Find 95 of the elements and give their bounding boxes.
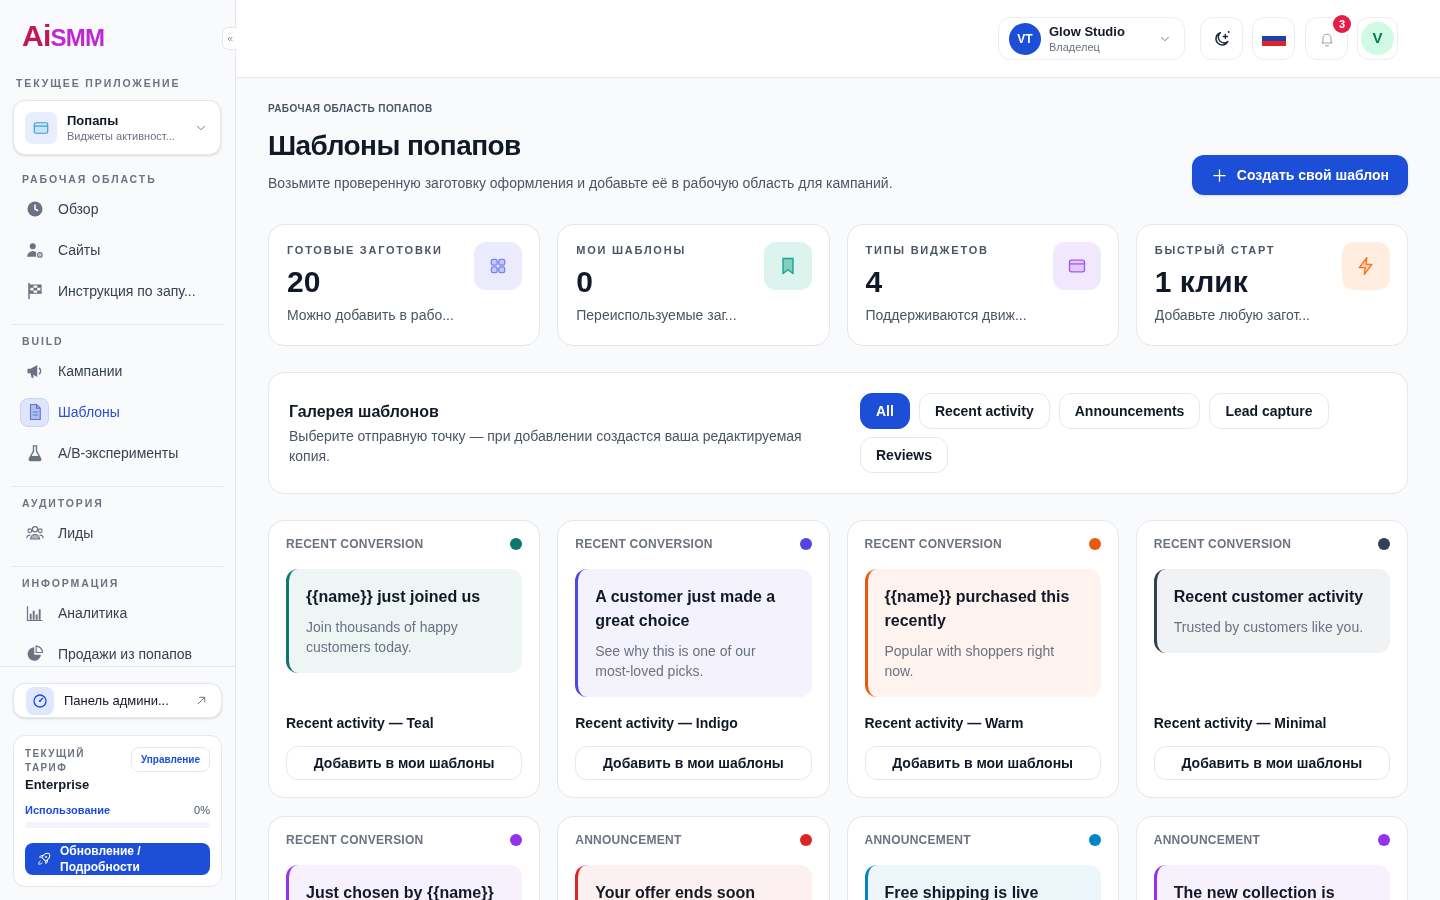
gallery-description: Выберите отправную точку — при добавлении создастся ваша редактируемая копия. <box>289 427 803 466</box>
section-heading: BUILD <box>22 335 65 347</box>
bookmark-icon <box>763 242 812 290</box>
bar-chart-icon <box>25 604 44 622</box>
preview-text: See why this is one of our most‑loved picks. <box>595 642 757 681</box>
arrow-up-right-icon <box>195 694 208 707</box>
page-title: Шаблоны попапов <box>268 129 522 163</box>
upgrade-button[interactable]: Обновление / Подробности <box>25 843 210 875</box>
preview-text: Trusted by customers like you. <box>1173 618 1365 637</box>
theme-toggle-button[interactable] <box>1200 17 1243 60</box>
usage-label: Использование <box>25 803 111 817</box>
filter-chip[interactable]: All <box>860 393 910 429</box>
gauge-icon <box>26 686 54 715</box>
stat-label: БЫСТРЫЙ СТАРТ <box>1154 244 1277 256</box>
template-category: ANNOUNCEMENT <box>575 833 682 847</box>
section-heading: АУДИТОРИЯ <box>22 497 105 509</box>
checkered-flag-icon <box>25 282 44 300</box>
manage-button[interactable]: Управление <box>130 747 210 772</box>
megaphone-icon <box>25 362 44 380</box>
preview-text: Join thousands of happy customers today. <box>306 618 459 657</box>
template-name: Recent activity — Minimal <box>1153 714 1328 733</box>
nav-item[interactable]: Кампании <box>12 355 223 387</box>
plus-icon <box>1211 167 1227 183</box>
page-subtitle: Возьмите проверенную заготовку оформления и добавьте её в рабочую область для кампаний. <box>268 174 893 193</box>
rocket-icon <box>37 852 51 866</box>
stat-label: ТИПЫ ВИДЖЕТОВ <box>865 244 990 256</box>
stat-value: 20 <box>287 264 322 300</box>
admin-panel-link[interactable]: Панель админи... <box>13 683 222 718</box>
template-name: Recent activity — Teal <box>286 714 435 733</box>
plan-heading: ТЕКУЩИЙ ТАРИФ <box>25 747 86 775</box>
grid-icon <box>474 242 523 290</box>
notification-badge: 3 <box>1333 15 1351 33</box>
preview-title: Recent customer activity <box>1173 587 1365 607</box>
section-heading: ИНФОРМАЦИЯ <box>22 577 121 589</box>
stat-value: 0 <box>576 264 594 300</box>
browser-window-icon <box>25 111 57 144</box>
preview-title: Your offer ends soon <box>595 883 756 900</box>
add-template-button[interactable]: Добавить в мои шаблоны <box>575 746 812 780</box>
stat-value: 4 <box>865 264 884 300</box>
preview-title: A customer just made a great choice <box>595 587 777 631</box>
section-heading: ТЕКУЩЕЕ ПРИЛОЖЕНИЕ <box>16 77 182 89</box>
filter-chip[interactable]: Lead capture <box>1209 393 1329 429</box>
stat-caption: Добавьте любую загот... <box>1154 306 1311 325</box>
pie-chart-icon <box>25 645 44 663</box>
template-category: RECENT CONVERSION <box>864 537 1002 551</box>
nav-item[interactable]: Обзор <box>12 193 223 225</box>
filter-chip[interactable]: Reviews <box>860 437 949 473</box>
create-template-button[interactable]: Создать свой шаблон <box>1191 155 1408 195</box>
nav-item[interactable]: Шаблоны <box>12 396 223 428</box>
usage-value: 0% <box>194 803 210 817</box>
lightning-icon <box>1342 242 1390 290</box>
template-category: RECENT CONVERSION <box>286 833 424 847</box>
template-name: Recent activity — Warm <box>864 714 1025 733</box>
plan-name: Enterprise <box>25 777 91 793</box>
template-name: Recent activity — Indigo <box>575 714 739 733</box>
preview-title: The new collection is <box>1173 883 1336 900</box>
app-switcher[interactable]: Попапы Виджеты активност... <box>13 100 221 155</box>
template-category: ANNOUNCEMENT <box>1153 833 1260 847</box>
users-icon <box>25 524 44 542</box>
template-category: RECENT CONVERSION <box>1153 537 1292 551</box>
document-icon <box>20 397 49 427</box>
add-template-button[interactable]: Добавить в мои шаблоны <box>286 746 523 780</box>
breadcrumb: РАБОЧАЯ ОБЛАСТЬ ПОПАПОВ <box>268 103 434 115</box>
user-gear-icon <box>25 241 44 259</box>
double-chevron-left-icon <box>226 34 234 43</box>
nav-item[interactable]: Лиды <box>12 517 223 549</box>
language-button[interactable] <box>1252 17 1295 60</box>
stat-caption: Переиспользуемые заг... <box>576 306 738 325</box>
stat-caption: Можно добавить в рабо... <box>287 306 455 325</box>
nav-item[interactable]: Инструкция по запу... <box>12 275 223 307</box>
stat-caption: Поддерживаются движ... <box>865 306 1028 325</box>
template-category: ANNOUNCEMENT <box>864 833 971 847</box>
clock-icon <box>25 200 44 218</box>
stat-label: МОИ ШАБЛОНЫ <box>576 244 687 256</box>
template-category: RECENT CONVERSION <box>286 537 424 551</box>
preview-text: Popular with shoppers right now. <box>884 642 1056 681</box>
browser-window-icon <box>1052 242 1101 290</box>
filter-chip[interactable]: Announcements <box>1058 393 1201 429</box>
account-avatar: VT <box>1009 22 1041 55</box>
stat-label: ГОТОВЫЕ ЗАГОТОВКИ <box>287 244 444 256</box>
gallery-title: Галерея шаблонов <box>289 402 440 422</box>
preview-title: {{name}} just joined us <box>306 587 482 607</box>
nav-item[interactable]: Сайты <box>12 234 223 266</box>
nav-item[interactable]: Продажи из попапов <box>12 638 223 666</box>
preview-title: {{name}} purchased this recently <box>884 587 1071 631</box>
stat-value: 1 клик <box>1154 264 1249 300</box>
app-logo: AiSMM <box>22 22 105 50</box>
account-switcher[interactable]: VT Glow Studio Владелец <box>998 17 1185 60</box>
filter-chip[interactable]: Recent activity <box>918 393 1050 429</box>
nav-item[interactable]: A/B‑эксперименты <box>12 437 223 469</box>
nav-item[interactable]: Аналитика <box>12 597 223 629</box>
template-category: RECENT CONVERSION <box>575 537 713 551</box>
add-template-button[interactable]: Добавить в мои шаблоны <box>864 746 1101 780</box>
section-heading: РАБОЧАЯ ОБЛАСТЬ <box>22 173 158 185</box>
add-template-button[interactable]: Добавить в мои шаблоны <box>1153 746 1390 780</box>
